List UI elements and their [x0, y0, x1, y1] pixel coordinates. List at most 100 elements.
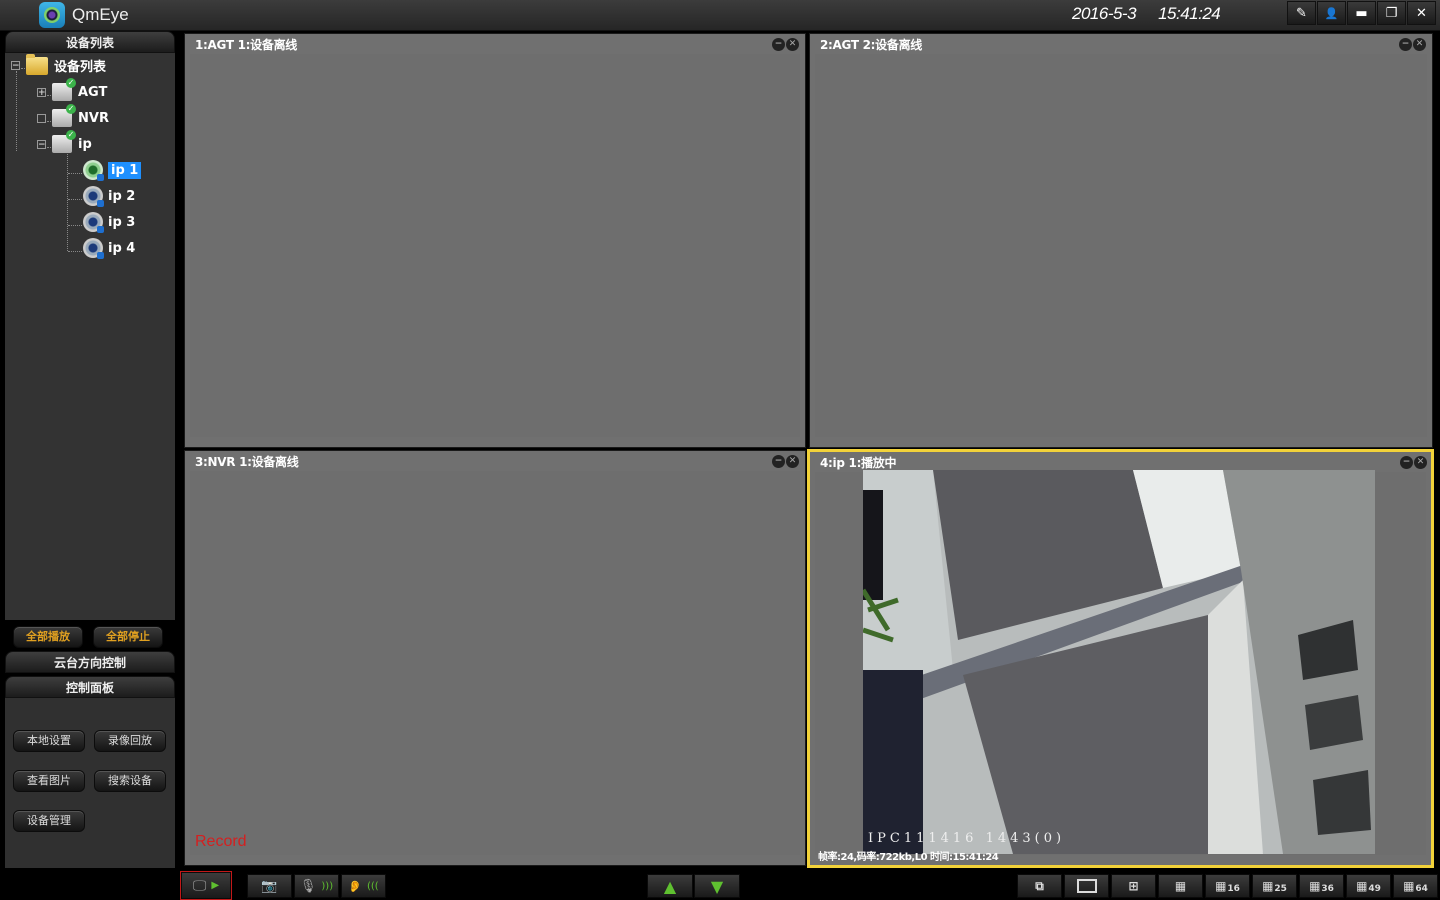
minimize-button[interactable]: ▬: [1347, 1, 1376, 25]
title-bar: QmEye 2016-5-3 15:41:24 ✎ 👤 ▬ ❐ ✕: [0, 0, 1440, 31]
layout-1-button[interactable]: [1064, 874, 1109, 898]
tree-connector: [67, 149, 68, 251]
tree-channel-ip3[interactable]: ip 3: [83, 212, 135, 233]
tree-connector: [68, 225, 82, 226]
chevron-up-icon: ▲: [663, 876, 677, 896]
layout-badge: 16: [1227, 884, 1240, 894]
video-cell-3[interactable]: 3:NVR 1:设备离线 − ✕ Record: [184, 450, 806, 866]
local-settings-button[interactable]: 本地设置: [13, 730, 85, 752]
layout-badge: 64: [1415, 884, 1428, 894]
layout-badge: 49: [1368, 884, 1381, 894]
close-cell-icon[interactable]: ✕: [786, 455, 799, 468]
live-video-feed[interactable]: IPC111416 1443(0): [863, 470, 1375, 854]
tree-device-nvr[interactable]: NVR: [37, 104, 109, 127]
device-list-header[interactable]: 设备列表: [5, 31, 175, 53]
ptz-control-header[interactable]: 云台方向控制: [5, 651, 175, 673]
collapse-icon[interactable]: −: [11, 61, 20, 71]
layout-1-icon: [1076, 879, 1097, 893]
close-cell-icon[interactable]: ✕: [1413, 38, 1426, 51]
layout-4-button[interactable]: ⊞: [1111, 874, 1156, 898]
layout-badge: 25: [1274, 884, 1287, 894]
layout-25-icon: ▦: [1262, 879, 1274, 893]
tree-channel-ip4[interactable]: ip 4: [83, 238, 135, 259]
channel-label: ip 1: [108, 161, 142, 179]
expand-icon[interactable]: +: [37, 87, 46, 97]
talk-button[interactable]: 🎙))): [294, 874, 339, 898]
tree-connector: [68, 199, 82, 200]
device-label: AGT: [78, 84, 108, 100]
restore-button[interactable]: ❐: [1377, 1, 1406, 25]
user-settings-button[interactable]: 👤: [1317, 1, 1346, 25]
video-area[interactable]: [190, 471, 800, 855]
minimize-cell-icon[interactable]: −: [772, 38, 785, 51]
layout-custom-button[interactable]: ⧉: [1017, 874, 1062, 898]
clock: 2016-5-3 15:41:24: [1072, 4, 1242, 24]
ear-icon: 👂: [348, 879, 362, 893]
monitor-icon: 🖵: [192, 877, 207, 894]
preview-toggle-button[interactable]: 🖵 ▶: [180, 871, 232, 900]
window-controls: ✎ 👤 ▬ ❐ ✕: [1287, 1, 1436, 25]
play-all-button[interactable]: 全部播放: [13, 626, 83, 648]
page-down-button[interactable]: ▼: [694, 874, 740, 898]
layout-64-button[interactable]: ▦ 64: [1393, 874, 1438, 898]
cell-title: 2:AGT 2:设备离线: [820, 38, 922, 52]
tree-device-agt[interactable]: + AGT: [37, 78, 108, 101]
cell-title: 3:NVR 1:设备离线: [195, 455, 299, 469]
stream-stats: 帧率:24,码率:722kb,L0 时间:15:41:24: [818, 852, 999, 863]
device-label: ip: [78, 136, 92, 152]
record-label: Record: [195, 833, 247, 850]
layout-9-icon: ▦: [1174, 879, 1187, 893]
video-area[interactable]: [190, 54, 800, 437]
tree-device-ip[interactable]: − ip: [37, 130, 92, 153]
view-pictures-button[interactable]: 查看图片: [13, 770, 85, 792]
page-up-button[interactable]: ▲: [647, 874, 693, 898]
tree-channel-ip1[interactable]: ip 1: [83, 160, 142, 181]
device-management-button[interactable]: 设备管理: [13, 810, 85, 832]
camera-icon: [83, 238, 104, 259]
layout-16-button[interactable]: ▦ 16: [1205, 874, 1250, 898]
device-online-icon: [52, 78, 76, 101]
search-device-button[interactable]: 搜索设备: [94, 770, 166, 792]
video-cell-2[interactable]: 2:AGT 2:设备离线 − ✕: [809, 33, 1433, 448]
restore-icon: ❐: [1385, 5, 1398, 21]
sound-waves-icon: (((: [366, 880, 379, 892]
video-cell-4[interactable]: 4:ip 1:播放中 − ✕ IPC111416 1443(0) 帧率:24,码…: [807, 449, 1434, 868]
camera-osd-id: IPC111416 1443(0): [868, 831, 1066, 846]
layout-49-button[interactable]: ▦ 49: [1346, 874, 1391, 898]
close-cell-icon[interactable]: ✕: [786, 38, 799, 51]
listen-button[interactable]: 👂 (((: [341, 874, 386, 898]
cell-controls: − ✕: [1400, 456, 1427, 469]
close-button[interactable]: ✕: [1407, 1, 1436, 25]
stop-all-button[interactable]: 全部停止: [93, 626, 163, 648]
video-cell-1[interactable]: 1:AGT 1:设备离线 − ✕: [184, 33, 806, 448]
sidebar: 设备列表: [5, 31, 175, 53]
video-area[interactable]: [815, 54, 1427, 437]
tree-connector: [68, 251, 82, 252]
playback-button[interactable]: 录像回放: [94, 730, 166, 752]
app-name: QmEye: [72, 5, 129, 24]
tree-channel-ip2[interactable]: ip 2: [83, 186, 136, 207]
device-label: NVR: [78, 110, 109, 126]
layout-25-button[interactable]: ▦ 25: [1252, 874, 1297, 898]
video-grid: 1:AGT 1:设备离线 − ✕ 2:AGT 2:设备离线 − ✕ 3:NVR …: [180, 31, 1437, 869]
cell-controls: − ✕: [772, 455, 799, 468]
minimize-cell-icon[interactable]: −: [772, 455, 785, 468]
edit-button[interactable]: ✎: [1287, 1, 1316, 25]
minimize-cell-icon[interactable]: −: [1399, 38, 1412, 51]
minimize-cell-icon[interactable]: −: [1400, 456, 1413, 469]
snapshot-button[interactable]: 📷: [247, 874, 292, 898]
collapse-icon[interactable]: −: [37, 139, 46, 149]
layout-36-button[interactable]: ▦ 36: [1299, 874, 1344, 898]
pen-icon: ✎: [1296, 5, 1307, 21]
tree-root[interactable]: − 设备列表: [11, 53, 106, 75]
user-gear-icon: 👤: [1324, 6, 1339, 20]
channel-label: ip 2: [108, 188, 136, 204]
layout-9-button[interactable]: ▦: [1158, 874, 1203, 898]
tree-connector: [68, 173, 82, 174]
layout-4-icon: ⊞: [1128, 879, 1139, 893]
app-logo-icon: [39, 2, 65, 28]
microphone-icon: 🎙: [299, 878, 317, 894]
close-cell-icon[interactable]: ✕: [1414, 456, 1427, 469]
expand-icon[interactable]: [37, 113, 46, 123]
control-panel-header[interactable]: 控制面板: [5, 676, 175, 698]
